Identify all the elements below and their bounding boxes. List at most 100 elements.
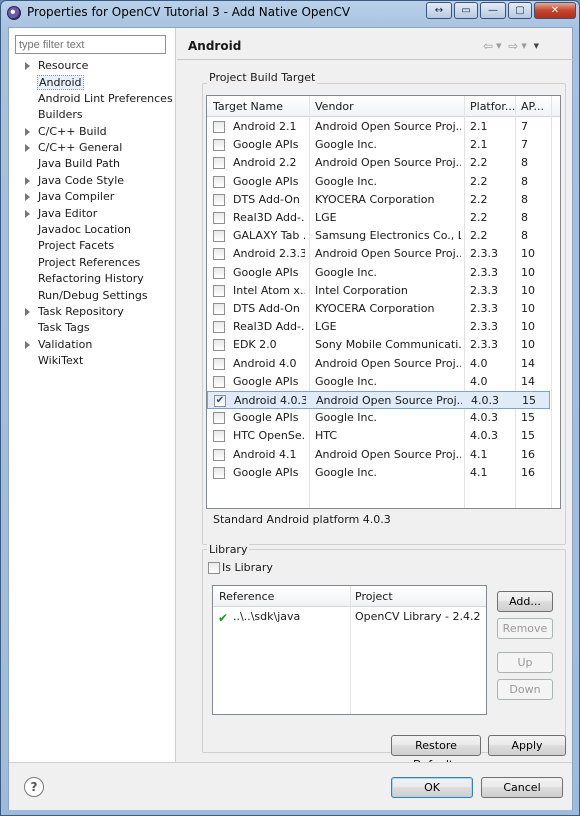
build-target-table[interactable]: Target Name Vendor Platfor... AP... Andr… [206,95,561,509]
cancel-button[interactable]: Cancel [481,777,563,798]
move-up-button[interactable]: Up [497,652,553,673]
tree-item[interactable]: Refactoring History [9,271,175,287]
target-checkbox[interactable] [213,157,225,170]
tree-item[interactable]: Java Build Path [9,156,175,172]
column-project[interactable]: Project [355,590,393,603]
view-menu-icon[interactable]: ▼ [534,42,539,50]
back-dropdown-icon[interactable]: ▼ [496,42,501,50]
build-target-row[interactable]: HTC OpenSe... HTC 4.0.3 15 [207,427,550,445]
expand-arrow-icon[interactable] [25,209,30,218]
target-checkbox[interactable] [213,266,225,279]
expand-arrow-icon[interactable] [25,127,30,136]
build-target-row[interactable]: Google APIs Google Inc. 2.3.3 10 [207,264,550,282]
build-target-row[interactable]: Android 2.1 Android Open Source Proj... 2.… [207,118,550,136]
is-library-label[interactable]: Is Library [222,561,273,574]
forward-arrow-icon[interactable]: ⇨ [508,39,518,53]
target-checkbox[interactable] [213,139,225,152]
tree-item[interactable]: Validation [9,337,175,353]
is-library-checkbox[interactable] [208,562,220,574]
target-checkbox[interactable] [213,412,225,425]
expand-arrow-icon[interactable] [25,340,30,349]
restore-defaults-button[interactable]: Restore Defaults [391,735,481,771]
ok-button[interactable]: OK [391,777,473,798]
target-checkbox[interactable] [213,357,225,370]
add-library-button[interactable]: Add... [497,591,553,612]
back-arrow-icon[interactable]: ⇦ [483,39,493,53]
tree-item[interactable]: Task Repository [9,304,175,320]
tree-item[interactable]: C/C++ Build [9,124,175,140]
target-checkbox[interactable] [213,321,225,334]
tree-item[interactable]: Java Compiler [9,189,175,205]
build-target-row[interactable]: ✔ Android 4.0.3 Android Open Source Proj..… [207,391,550,409]
close-button[interactable]: ✕ [534,2,576,19]
expand-arrow-icon[interactable] [25,193,30,202]
tree-item[interactable]: Javadoc Location [9,222,175,238]
tree-item[interactable]: Android Lint Preferences [9,91,175,107]
target-checkbox[interactable] [213,466,225,479]
build-target-row[interactable]: DTS Add-On KYOCERA Corporation 2.2 8 [207,191,550,209]
build-target-row[interactable]: Android 2.3.3 Android Open Source Proj...… [207,245,550,263]
build-target-row[interactable]: Google APIs Google Inc. 2.2 8 [207,173,550,191]
build-target-row[interactable]: Android 2.2 Android Open Source Proj... 2.… [207,154,550,172]
build-target-row[interactable]: Android 4.1 Android Open Source Proj... 4.… [207,446,550,464]
library-row[interactable]: ✔ ..\..\sdk\java OpenCV Library - 2.4.2 [213,608,486,626]
tree-item[interactable]: Project Facets [9,238,175,254]
target-vendor: KYOCERA Corporation [315,192,435,206]
window-switch-icon[interactable]: ▭ [454,2,478,19]
build-target-row[interactable]: GALAXY Tab ... Samsung Electronics Co., L… [207,227,550,245]
column-reference[interactable]: Reference [219,590,274,603]
apply-button[interactable]: Apply [488,735,566,756]
build-target-row[interactable]: EDK 2.0 Sony Mobile Communicati... 2.3.3 10 [207,336,550,354]
target-checkbox[interactable] [213,212,225,224]
tree-item[interactable]: WikiText [9,353,175,369]
tree-item[interactable]: Resource [9,58,175,74]
target-checkbox[interactable] [213,175,225,188]
tree-item[interactable]: Builders [9,107,175,123]
forward-dropdown-icon[interactable]: ▼ [521,42,526,50]
build-target-row[interactable]: Intel Atom x... Intel Corporation 2.3.3 10 [207,282,550,300]
tree-item[interactable]: Android [9,74,175,91]
target-checkbox[interactable]: ✔ [214,395,226,407]
target-checkbox[interactable] [213,448,225,461]
target-checkbox[interactable] [213,121,225,133]
minimize-button[interactable]: — [480,2,506,19]
column-target-name[interactable]: Target Name [213,100,305,113]
target-checkbox[interactable] [213,248,225,261]
target-checkbox[interactable] [213,430,225,443]
tree-item[interactable]: Java Editor [9,206,175,222]
move-down-button[interactable]: Down [497,679,553,700]
target-checkbox[interactable] [213,303,225,315]
restore-arrows-icon[interactable]: ↔ [426,2,452,19]
build-target-row[interactable]: DTS Add-On KYOCERA Corporation 2.3.3 10 [207,300,550,318]
target-checkbox[interactable] [213,230,225,243]
library-reference-table[interactable]: Reference Project ✔ ..\..\sdk\java OpenC… [212,585,487,715]
target-checkbox[interactable] [213,284,225,297]
tree-item[interactable]: Java Code Style [9,173,175,189]
target-checkbox[interactable] [213,339,225,352]
build-target-row[interactable]: Android 4.0 Android Open Source Proj... 4.… [207,355,550,373]
filter-input[interactable] [15,35,166,54]
tree-item[interactable]: Project References [9,255,175,271]
build-target-row[interactable]: Google APIs Google Inc. 4.1 16 [207,464,550,482]
target-checkbox[interactable] [213,193,225,206]
expand-arrow-icon[interactable] [25,62,30,70]
expand-arrow-icon[interactable] [25,144,30,152]
target-name: Android 4.1 [233,447,297,461]
expand-arrow-icon[interactable] [25,308,30,316]
expand-arrow-icon[interactable] [25,176,30,185]
column-platform[interactable]: Platfor... [470,100,518,113]
build-target-row[interactable]: Google APIs Google Inc. 4.0.3 15 [207,409,550,427]
target-checkbox[interactable] [213,375,225,388]
tree-item[interactable]: C/C++ General [9,140,175,156]
build-target-row[interactable]: Google APIs Google Inc. 4.0 14 [207,373,550,391]
build-target-row[interactable]: Real3D Add-... LGE 2.2 8 [207,209,550,227]
tree-item[interactable]: Run/Debug Settings [9,288,175,304]
remove-library-button[interactable]: Remove [497,618,553,639]
build-target-row[interactable]: Google APIs Google Inc. 2.1 7 [207,136,550,154]
column-vendor[interactable]: Vendor [315,100,465,113]
title-bar[interactable]: Properties for OpenCV Tutorial 3 - Add N… [1,1,579,25]
maximize-button[interactable]: ▢ [508,2,532,19]
tree-item[interactable]: Task Tags [9,320,175,336]
help-icon[interactable]: ? [24,777,44,797]
build-target-row[interactable]: Real3D Add-... LGE 2.3.3 10 [207,318,550,336]
